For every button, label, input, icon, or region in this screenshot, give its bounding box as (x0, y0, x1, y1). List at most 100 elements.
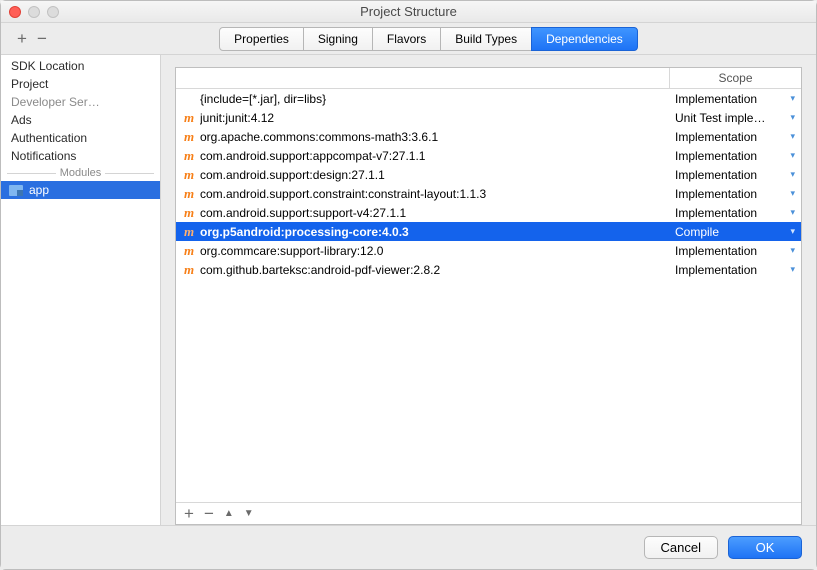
list-toolbar: + − ▲ ▼ (176, 502, 801, 524)
dependency-name: org.p5android:processing-core:4.0.3 (200, 225, 669, 239)
module-tool-buttons: + − (1, 30, 161, 47)
scope-cell[interactable]: Implementation ▾ (669, 263, 797, 277)
chevron-down-icon: ▾ (790, 131, 795, 142)
maven-icon: m (184, 110, 200, 126)
maven-icon: m (184, 224, 200, 240)
sidebar-module-app[interactable]: app (1, 181, 160, 199)
move-up-button[interactable]: ▲ (224, 509, 234, 519)
dependency-name: org.commcare:support-library:12.0 (200, 244, 669, 258)
modules-header: Modules (7, 167, 154, 179)
list-body: {include=[*.jar], dir=libs}Implementatio… (176, 89, 801, 502)
window-controls (9, 6, 59, 18)
scope-cell[interactable]: Implementation ▾ (669, 168, 797, 182)
chevron-down-icon: ▾ (790, 169, 795, 180)
scope-value: Implementation (675, 149, 757, 163)
add-module-button[interactable]: + (17, 30, 27, 47)
scope-value: Implementation (675, 187, 757, 201)
tab-properties[interactable]: Properties (219, 27, 304, 51)
scope-cell[interactable]: Implementation ▾ (669, 206, 797, 220)
dependency-row[interactable]: mcom.github.barteksc:android-pdf-viewer:… (176, 260, 801, 279)
list-header: Scope (176, 68, 801, 89)
cancel-button[interactable]: Cancel (644, 536, 718, 559)
main-panel: Scope {include=[*.jar], dir=libs}Impleme… (161, 55, 816, 525)
sidebar-module-label: app (29, 183, 49, 197)
sidebar-item[interactable]: Ads (1, 111, 160, 129)
modules-header-label: Modules (60, 167, 102, 179)
ok-button[interactable]: OK (728, 536, 802, 559)
tab-bar: PropertiesSigningFlavorsBuild TypesDepen… (161, 27, 696, 51)
dependency-row[interactable]: morg.p5android:processing-core:4.0.3Comp… (176, 222, 801, 241)
scope-value: Implementation (675, 263, 757, 277)
sidebar-item[interactable]: Notifications (1, 147, 160, 165)
dependency-row[interactable]: mjunit:junit:4.12Unit Test imple…▾ (176, 108, 801, 127)
footer: Cancel OK (1, 525, 816, 569)
maven-icon: m (184, 262, 200, 278)
tab-flavors[interactable]: Flavors (372, 27, 441, 51)
tab-build-types[interactable]: Build Types (440, 27, 532, 51)
maven-icon: m (184, 129, 200, 145)
dependencies-list: Scope {include=[*.jar], dir=libs}Impleme… (175, 67, 802, 525)
dependency-row[interactable]: mcom.android.support:support-v4:27.1.1Im… (176, 203, 801, 222)
scope-cell[interactable]: Unit Test imple…▾ (669, 111, 797, 125)
sidebar: SDK LocationProjectDeveloper Ser…AdsAuth… (1, 55, 161, 525)
scope-cell[interactable]: Implementation ▾ (669, 149, 797, 163)
close-window-icon[interactable] (9, 6, 21, 18)
dependency-name: {include=[*.jar], dir=libs} (200, 92, 669, 106)
scope-cell[interactable]: Implementation ▾ (669, 187, 797, 201)
sidebar-item[interactable]: Project (1, 75, 160, 93)
dependency-name: com.github.barteksc:android-pdf-viewer:2… (200, 263, 669, 277)
dependency-name: junit:junit:4.12 (200, 111, 669, 125)
maven-icon: m (184, 167, 200, 183)
dependency-row[interactable]: mcom.android.support:design:27.1.1Implem… (176, 165, 801, 184)
dependency-row[interactable]: morg.apache.commons:commons-math3:3.6.1I… (176, 127, 801, 146)
chevron-down-icon: ▾ (790, 226, 795, 237)
dependency-row[interactable]: mcom.android.support:appcompat-v7:27.1.1… (176, 146, 801, 165)
chevron-down-icon: ▾ (790, 93, 795, 104)
dependency-name: com.android.support:appcompat-v7:27.1.1 (200, 149, 669, 163)
scope-cell[interactable]: Implementation ▾ (669, 92, 797, 106)
scope-value: Compile (675, 225, 719, 239)
dependency-name: com.android.support:design:27.1.1 (200, 168, 669, 182)
sidebar-item[interactable]: SDK Location (1, 57, 160, 75)
chevron-down-icon: ▾ (790, 245, 795, 256)
body: SDK LocationProjectDeveloper Ser…AdsAuth… (1, 55, 816, 525)
scope-value: Implementation (675, 206, 757, 220)
move-down-button[interactable]: ▼ (244, 509, 254, 519)
chevron-down-icon: ▾ (790, 207, 795, 218)
add-dependency-button[interactable]: + (184, 505, 194, 522)
remove-dependency-button[interactable]: − (204, 505, 214, 522)
maven-icon: m (184, 243, 200, 259)
chevron-down-icon: ▾ (790, 150, 795, 161)
sidebar-item[interactable]: Developer Ser… (1, 93, 160, 111)
titlebar: Project Structure (1, 1, 816, 23)
scope-value: Implementation (675, 244, 757, 258)
dependency-name: com.android.support.constraint:constrain… (200, 187, 669, 201)
chevron-down-icon: ▾ (790, 188, 795, 199)
dependency-name: com.android.support:support-v4:27.1.1 (200, 206, 669, 220)
remove-module-button[interactable]: − (37, 30, 47, 47)
window-title: Project Structure (1, 4, 816, 19)
maven-icon: m (184, 186, 200, 202)
scope-value: Implementation (675, 130, 757, 144)
scope-column-header[interactable]: Scope (669, 68, 801, 88)
dependency-row[interactable]: morg.commcare:support-library:12.0Implem… (176, 241, 801, 260)
minimize-window-icon[interactable] (28, 6, 40, 18)
tab-dependencies[interactable]: Dependencies (531, 27, 638, 51)
sidebar-item[interactable]: Authentication (1, 129, 160, 147)
scope-cell[interactable]: Implementation ▾ (669, 244, 797, 258)
dependency-row[interactable]: {include=[*.jar], dir=libs}Implementatio… (176, 89, 801, 108)
folder-icon (9, 185, 23, 196)
chevron-down-icon: ▾ (790, 264, 795, 275)
maven-icon: m (184, 148, 200, 164)
zoom-window-icon[interactable] (47, 6, 59, 18)
tab-signing[interactable]: Signing (303, 27, 373, 51)
scope-cell[interactable]: Compile ▾ (669, 225, 797, 239)
scope-value: Implementation (675, 168, 757, 182)
dependency-row[interactable]: mcom.android.support.constraint:constrai… (176, 184, 801, 203)
maven-icon: m (184, 205, 200, 221)
dependency-name: org.apache.commons:commons-math3:3.6.1 (200, 130, 669, 144)
scope-value: Implementation (675, 92, 757, 106)
top-row: + − PropertiesSigningFlavorsBuild TypesD… (1, 23, 816, 55)
name-column-header[interactable] (176, 68, 669, 88)
scope-cell[interactable]: Implementation ▾ (669, 130, 797, 144)
